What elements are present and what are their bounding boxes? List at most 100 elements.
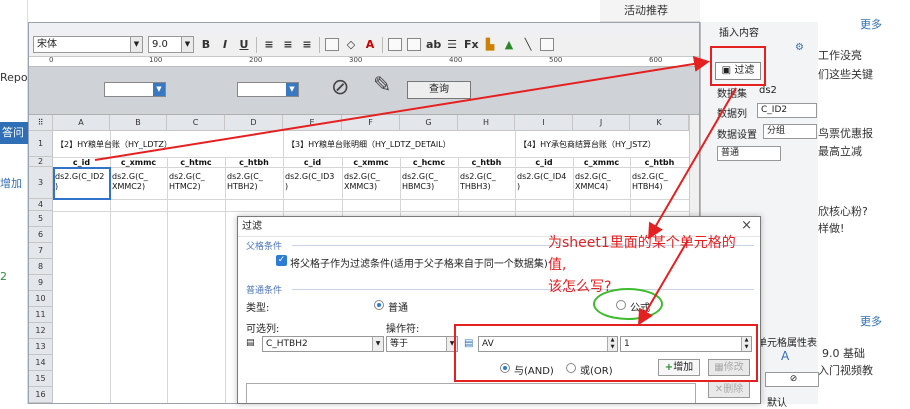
row-header[interactable]: 8	[29, 259, 53, 275]
column-header[interactable]: B	[110, 115, 167, 131]
data-cell[interactable]: ds2.G(C_ THBH3)	[460, 172, 514, 192]
delete-condition-button[interactable]: ✕删除	[708, 381, 750, 398]
row-header[interactable]: 14	[29, 355, 53, 371]
row-header[interactable]: 9	[29, 275, 53, 291]
row-header[interactable]: 2	[29, 157, 53, 167]
row-header[interactable]: 3	[29, 167, 53, 199]
header-cell[interactable]: c_xmmc	[573, 158, 630, 167]
data-setting-select[interactable]: 分组	[763, 124, 817, 139]
column-header[interactable]: E	[283, 115, 342, 131]
news-item[interactable]: 样做!	[818, 220, 844, 236]
row-header[interactable]: 4	[29, 199, 53, 211]
data-cell[interactable]: ds2.G(C_ID3 )	[285, 172, 341, 192]
italic-button[interactable]: I	[218, 38, 232, 51]
column-header[interactable]: I	[515, 115, 573, 131]
row-header[interactable]: 15	[29, 371, 53, 387]
close-icon[interactable]: ×	[741, 218, 752, 233]
param-combobox[interactable]: ▼	[104, 82, 166, 97]
pencil-icon[interactable]: ✎	[373, 73, 391, 98]
hide-eye-icon[interactable]: ⊘	[331, 75, 349, 100]
radio-normal[interactable]	[374, 300, 384, 310]
column-header[interactable]: J	[573, 115, 630, 131]
style-icon[interactable]: A	[781, 349, 789, 363]
column-header[interactable]: G	[400, 115, 458, 131]
bg-link[interactable]: 增加	[0, 175, 22, 191]
header-cell[interactable]: c_htmc	[167, 158, 225, 167]
data-cell[interactable]: ds2.G(C_ XMMC3)	[344, 172, 399, 192]
clear-style-button[interactable]: ⊘	[765, 372, 819, 387]
row-header[interactable]: 10	[29, 291, 53, 307]
fill-color-icon[interactable]: ◇	[344, 38, 358, 51]
header-cell[interactable]: c_id	[515, 158, 573, 167]
column-input[interactable]: C_ID2	[757, 103, 817, 118]
header-cell[interactable]: c_xmmc	[110, 158, 167, 167]
operator-select[interactable]: 等于 ▼	[386, 336, 458, 352]
border-icon[interactable]	[325, 38, 339, 51]
row-header[interactable]: 16	[29, 387, 53, 403]
image-icon[interactable]: ▲	[502, 38, 516, 51]
news-item[interactable]: 工作没亮	[818, 47, 862, 63]
section-title[interactable]: 【2】HY粮单台账（HY_LDTZ）	[56, 140, 172, 150]
dataset-value[interactable]: ds2	[759, 85, 777, 96]
slash-icon[interactable]: ╲	[521, 38, 535, 51]
row-header[interactable]: 7	[29, 243, 53, 259]
align-center-icon[interactable]: ≡	[281, 38, 295, 51]
param-combobox[interactable]: ▼	[237, 82, 299, 97]
query-button[interactable]: 查询	[407, 81, 471, 99]
news-item[interactable]: 鸟票优惠报	[818, 125, 873, 141]
bold-button[interactable]: B	[199, 38, 213, 51]
news-item[interactable]: 9.0 基础	[822, 345, 865, 361]
chart-icon[interactable]: ▙	[483, 38, 497, 51]
header-cell[interactable]: c_id	[283, 158, 342, 167]
more-link[interactable]: 更多	[860, 16, 882, 32]
news-item[interactable]: 最高立减	[818, 143, 862, 159]
header-cell[interactable]: c_htbh	[225, 158, 283, 167]
underline-button[interactable]: U	[237, 38, 251, 51]
data-cell[interactable]: ds2.G(C_ XMMC2)	[112, 172, 166, 192]
header-cell[interactable]: c_htbh	[630, 158, 689, 167]
column-header[interactable]: H	[458, 115, 515, 131]
more-link[interactable]: 更多	[860, 313, 882, 329]
data-cell[interactable]: ds2.G(C_ XMMC4)	[575, 172, 629, 192]
condition-list[interactable]	[246, 383, 696, 403]
formula-icon[interactable]: Fx	[464, 38, 479, 51]
font-size-select[interactable]: 9.0 ▼	[148, 36, 194, 53]
align-left-icon[interactable]: ≡	[262, 38, 276, 51]
row-header[interactable]: 12	[29, 323, 53, 339]
row-header[interactable]: 1	[29, 131, 53, 157]
align-right-icon[interactable]: ≡	[300, 38, 314, 51]
subreport-icon[interactable]	[540, 38, 554, 51]
grid-corner[interactable]: ⠿	[29, 115, 53, 131]
column-select[interactable]: C_HTBH2 ▼	[262, 336, 384, 352]
background-blue-tab[interactable]: 答问	[0, 122, 28, 144]
text-icon[interactable]: ab	[426, 38, 441, 51]
settings-icon[interactable]: ⚙	[795, 42, 804, 53]
split-cells-icon[interactable]	[407, 38, 421, 51]
data-cell[interactable]: ds2.G(C_ID4 )	[517, 172, 572, 192]
column-header[interactable]: F	[342, 115, 400, 131]
row-header[interactable]: 6	[29, 227, 53, 243]
column-header[interactable]: D	[225, 115, 283, 131]
row-header[interactable]: 5	[29, 211, 53, 227]
row-header[interactable]: 11	[29, 307, 53, 323]
background-top-tab[interactable]: 活动推荐	[600, 0, 700, 22]
section-title[interactable]: 【4】HY承包商结算台账（HY_JSTZ）	[519, 140, 656, 150]
parent-filter-checkbox[interactable]: ✓	[276, 255, 287, 266]
data-cell[interactable]: ds2.G(C_ HTBH4)	[632, 172, 688, 192]
data-cell[interactable]: ds2.G(C_ HTBH2)	[227, 172, 282, 192]
column-header[interactable]: A	[53, 115, 110, 131]
header-cell[interactable]: c_xmmc	[342, 158, 400, 167]
data-cell[interactable]: ds2.G(C_ HTMC2)	[169, 172, 224, 192]
mode-select[interactable]: 普通	[717, 146, 781, 161]
header-cell[interactable]: c_hcmc	[400, 158, 458, 167]
style-default[interactable]: 默认	[767, 394, 787, 409]
font-family-select[interactable]: 宋体 ▼	[33, 36, 143, 53]
section-title[interactable]: 【3】HY粮单台账明细（HY_LDTZ_DETAIL）	[287, 140, 451, 150]
column-header[interactable]: C	[167, 115, 225, 131]
list-icon[interactable]: ☰	[445, 38, 459, 51]
news-item[interactable]: 们这些关键	[818, 66, 873, 82]
merge-cells-icon[interactable]	[388, 38, 402, 51]
header-cell[interactable]: c_htbh	[458, 158, 515, 167]
row-header[interactable]: 13	[29, 339, 53, 355]
news-item[interactable]: 入门视频教	[818, 362, 873, 378]
